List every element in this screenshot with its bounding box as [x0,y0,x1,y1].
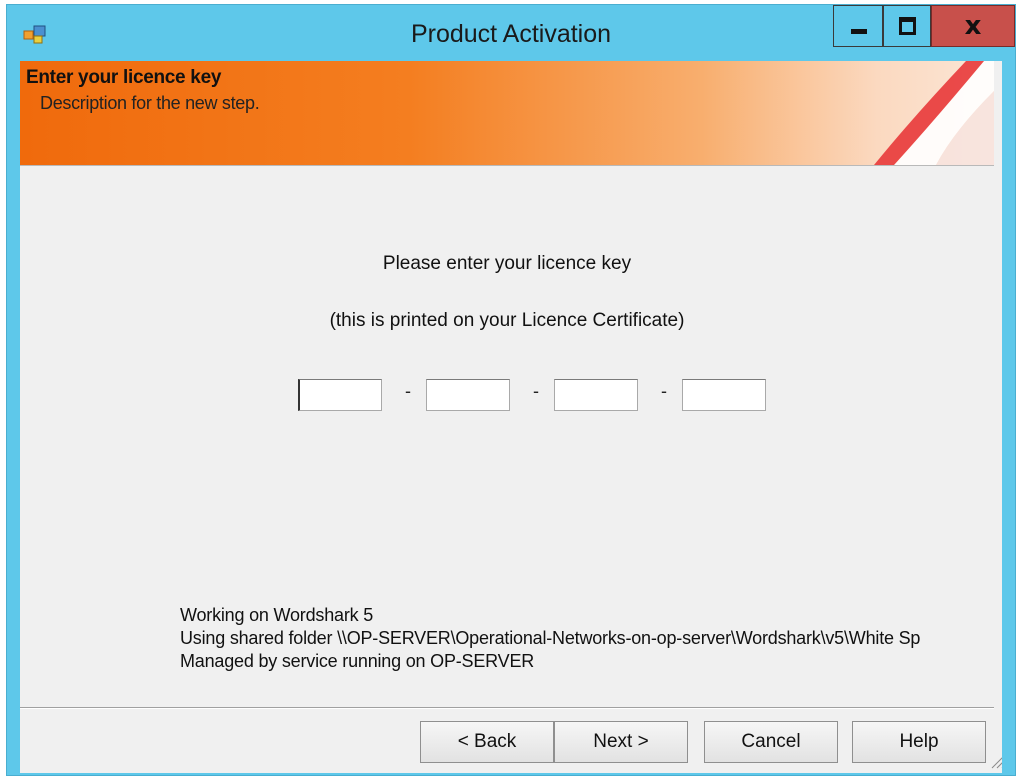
licence-key-part-3[interactable] [554,379,638,411]
wizard-header-banner: Enter your licence key Description for t… [20,61,994,166]
banner-swoosh-graphic [874,61,994,165]
product-activation-window: Product Activation x Enter your licence … [6,4,1016,776]
back-button[interactable]: < Back [420,721,554,763]
status-shared-folder: Using shared folder \\OP-SERVER\Operatio… [180,628,921,648]
step-title: Enter your licence key [26,67,222,88]
next-button[interactable]: Next > [554,721,688,763]
licence-key-hint: (this is printed on your Licence Certifi… [329,310,685,331]
help-button[interactable]: Help [852,721,986,763]
step-description: Description for the new step. [40,93,260,113]
resize-grip-icon[interactable] [988,751,1002,769]
licence-key-part-1[interactable] [298,379,382,411]
maximize-icon [899,17,916,35]
key-separator: - [533,381,539,401]
key-separator: - [405,381,411,401]
status-product: Working on Wordshark 5 [180,605,374,625]
licence-key-part-4[interactable] [682,379,766,411]
wizard-body: Enter your licence key Description for t… [20,61,1002,773]
minimize-button[interactable] [833,5,883,47]
title-bar[interactable]: Product Activation x [7,5,1015,61]
licence-key-part-2[interactable] [426,379,510,411]
footer-divider [20,707,994,709]
key-separator: - [661,381,667,401]
cancel-button[interactable]: Cancel [704,721,838,763]
maximize-button[interactable] [883,5,931,47]
minimize-icon [851,29,867,34]
close-button[interactable]: x [931,5,1015,47]
close-icon: x [964,11,982,41]
status-service: Managed by service running on OP-SERVER [180,651,535,671]
licence-key-prompt: Please enter your licence key [382,253,632,274]
